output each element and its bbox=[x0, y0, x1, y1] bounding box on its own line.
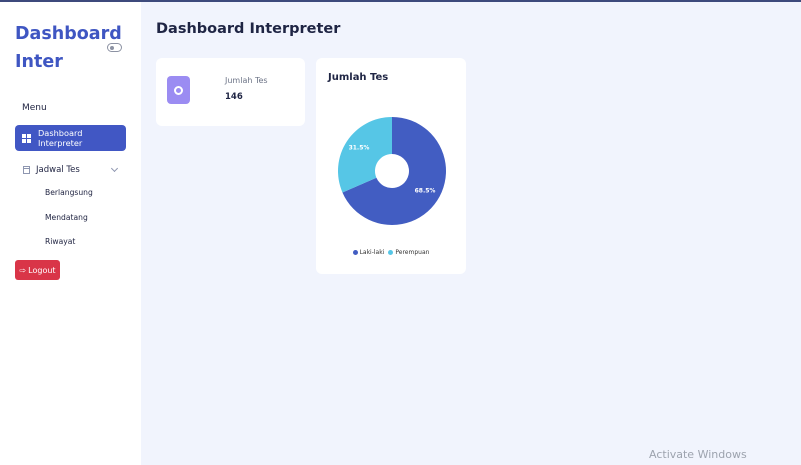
toggle-knob bbox=[109, 45, 114, 50]
nav-dashboard-interpreter[interactable]: Dashboard Interpreter bbox=[15, 125, 126, 151]
donut-chart: 68.5% 31.5% bbox=[338, 117, 446, 226]
sub-item-berlangsung[interactable]: Berlangsung bbox=[45, 188, 93, 197]
sub-item-mendatang[interactable]: Mendatang bbox=[45, 213, 88, 222]
legend-swatch bbox=[388, 250, 394, 255]
stat-card: Jumlah Tes 146 bbox=[156, 58, 305, 126]
chart-legend: Laki-laki Perempuan bbox=[316, 249, 466, 256]
theme-toggle[interactable] bbox=[107, 43, 122, 52]
donut-slice-perempuan[interactable] bbox=[338, 117, 392, 193]
legend-label: Laki-laki bbox=[359, 249, 385, 256]
chevron-down-icon bbox=[110, 164, 119, 173]
logout-button[interactable]: ⇨ Logout bbox=[15, 260, 60, 280]
legend-entry[interactable]: Perempuan bbox=[388, 249, 429, 256]
brand-title: Dashboard Inter bbox=[15, 24, 122, 72]
stat-value: 146 bbox=[225, 92, 243, 102]
sidebar: Dashboard Inter Menu Dashboard Interpret… bbox=[0, 2, 141, 465]
logout-label: Logout bbox=[28, 265, 56, 275]
sub-item-riwayat[interactable]: Riwayat bbox=[45, 237, 75, 246]
legend-swatch bbox=[352, 250, 358, 255]
nav-jadwal-label: Jadwal Tes bbox=[36, 164, 80, 175]
chart-card: Jumlah Tes 68.5% 31.5% Laki-laki Perempua… bbox=[316, 58, 466, 274]
page-title: Dashboard Interpreter bbox=[156, 21, 341, 37]
windows-watermark: Activate Windows bbox=[649, 448, 747, 461]
nav-jadwal-tes[interactable]: Jadwal Tes bbox=[23, 162, 123, 177]
legend-label: Perempuan bbox=[395, 249, 430, 256]
logout-icon: ⇨ bbox=[19, 265, 27, 275]
stat-label: Jumlah Tes bbox=[225, 76, 268, 85]
slice-value-label: 68.5% bbox=[415, 188, 436, 195]
nav-dashboard-label: Dashboard Interpreter bbox=[38, 128, 83, 148]
menu-label: Menu bbox=[22, 103, 47, 113]
legend-entry[interactable]: Laki-laki bbox=[352, 249, 385, 256]
grid-icon bbox=[22, 133, 31, 143]
calendar-icon bbox=[23, 165, 30, 174]
disc-icon bbox=[167, 76, 190, 104]
slice-value-label: 31.5% bbox=[349, 144, 370, 151]
